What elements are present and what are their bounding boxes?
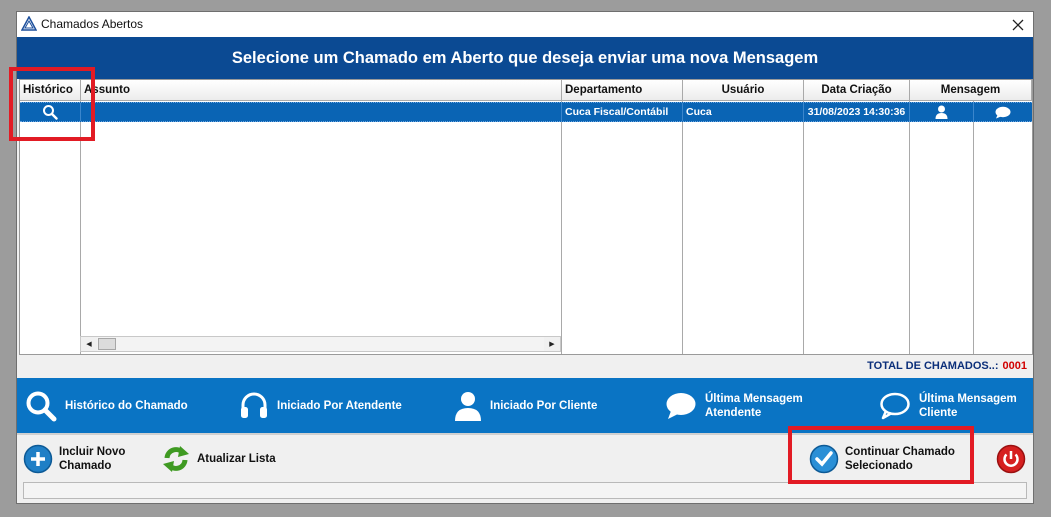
instruction-banner: Selecione um Chamado em Aberto que desej… bbox=[17, 37, 1033, 79]
scroll-left-button[interactable]: ◀ bbox=[81, 337, 97, 351]
app-logo-icon bbox=[21, 16, 37, 31]
column-divider bbox=[561, 101, 562, 354]
tickets-grid[interactable]: Histórico Assunto Departamento Usuário D… bbox=[19, 79, 1033, 355]
refresh-icon bbox=[163, 446, 189, 472]
legend-label: Iniciado Por Cliente bbox=[490, 399, 598, 412]
banner-text: Selecione um Chamado em Aberto que desej… bbox=[231, 48, 819, 67]
speech-bubble-icon bbox=[666, 392, 696, 419]
headset-icon bbox=[241, 392, 267, 418]
checkmark-icon bbox=[809, 444, 839, 474]
new-ticket-button[interactable]: Incluir Novo Chamado bbox=[23, 435, 125, 483]
initiator-cell bbox=[910, 103, 974, 121]
plus-icon bbox=[23, 444, 53, 474]
header-assunto[interactable]: Assunto bbox=[81, 80, 562, 101]
speech-bubble-outline-icon bbox=[880, 392, 910, 419]
column-divider bbox=[682, 101, 683, 354]
icon-legend: Histórico do Chamado Iniciado Por Atende… bbox=[17, 378, 1033, 433]
continue-ticket-button[interactable]: Continuar Chamado Selecionado bbox=[809, 435, 955, 483]
bottom-toolbar: Incluir Novo Chamado Atualizar Lista Cont… bbox=[17, 433, 1033, 483]
exit-button[interactable] bbox=[996, 435, 1032, 483]
speech-bubble-icon bbox=[995, 106, 1011, 118]
column-divider bbox=[80, 101, 81, 354]
history-cell[interactable] bbox=[20, 103, 81, 121]
magnifier-icon bbox=[43, 105, 58, 120]
legend-cliente: Iniciado Por Cliente bbox=[454, 378, 597, 433]
data-criacao-cell: 31/08/2023 14:30:36 bbox=[804, 103, 910, 121]
header-usuario[interactable]: Usuário bbox=[683, 80, 804, 101]
column-divider bbox=[909, 101, 910, 354]
continue-label: Continuar Chamado Selecionado bbox=[845, 446, 955, 472]
legend-ultima-cliente: Última Mensagem Cliente bbox=[879, 378, 1017, 433]
column-divider bbox=[973, 101, 974, 354]
window-title: Chamados Abertos bbox=[41, 17, 144, 31]
chamados-window: Chamados Abertos Selecione um Chamado em… bbox=[16, 11, 1034, 504]
close-button[interactable] bbox=[1003, 12, 1033, 37]
scroll-right-button[interactable]: ▶ bbox=[544, 337, 560, 351]
assunto-cell bbox=[81, 103, 562, 121]
total-tickets: TOTAL DE CHAMADOS..: 0001 bbox=[867, 360, 1027, 372]
last-message-cell bbox=[974, 103, 1032, 121]
horizontal-scrollbar[interactable]: ◀ ▶ bbox=[80, 336, 561, 352]
title-bar: Chamados Abertos bbox=[17, 12, 1033, 37]
person-icon bbox=[935, 105, 948, 119]
usuario-cell: Cuca bbox=[683, 103, 804, 121]
person-icon bbox=[455, 391, 481, 421]
legend-ultima-atendente: Última Mensagem Atendente bbox=[665, 378, 803, 433]
legend-label: Iniciado Por Atendente bbox=[277, 399, 402, 412]
header-historico[interactable]: Histórico bbox=[20, 80, 81, 101]
table-row[interactable]: Cuca Fiscal/Contábil Cuca 31/08/2023 14:… bbox=[20, 102, 1032, 122]
column-divider bbox=[803, 101, 804, 354]
header-data-criacao[interactable]: Data Criação bbox=[804, 80, 910, 101]
scroll-thumb[interactable] bbox=[98, 338, 116, 350]
close-icon bbox=[1012, 19, 1024, 30]
total-label: TOTAL DE CHAMADOS..: bbox=[867, 360, 999, 372]
legend-label: Histórico do Chamado bbox=[65, 399, 188, 412]
header-mensagem[interactable]: Mensagem bbox=[910, 80, 1032, 101]
status-bar bbox=[23, 482, 1027, 499]
power-icon bbox=[996, 444, 1026, 474]
refresh-label: Atualizar Lista bbox=[197, 453, 276, 465]
legend-historico: Histórico do Chamado bbox=[25, 378, 188, 433]
magnifier-icon bbox=[26, 391, 57, 421]
legend-label: Última Mensagem Atendente bbox=[705, 392, 803, 419]
new-ticket-label: Incluir Novo Chamado bbox=[59, 446, 126, 472]
departamento-cell: Cuca Fiscal/Contábil bbox=[562, 103, 683, 121]
total-value: 0001 bbox=[1002, 360, 1027, 372]
refresh-list-button[interactable]: Atualizar Lista bbox=[161, 435, 276, 483]
legend-label: Última Mensagem Cliente bbox=[919, 392, 1017, 419]
legend-atendente: Iniciado Por Atendente bbox=[239, 378, 402, 433]
header-departamento[interactable]: Departamento bbox=[562, 80, 683, 101]
